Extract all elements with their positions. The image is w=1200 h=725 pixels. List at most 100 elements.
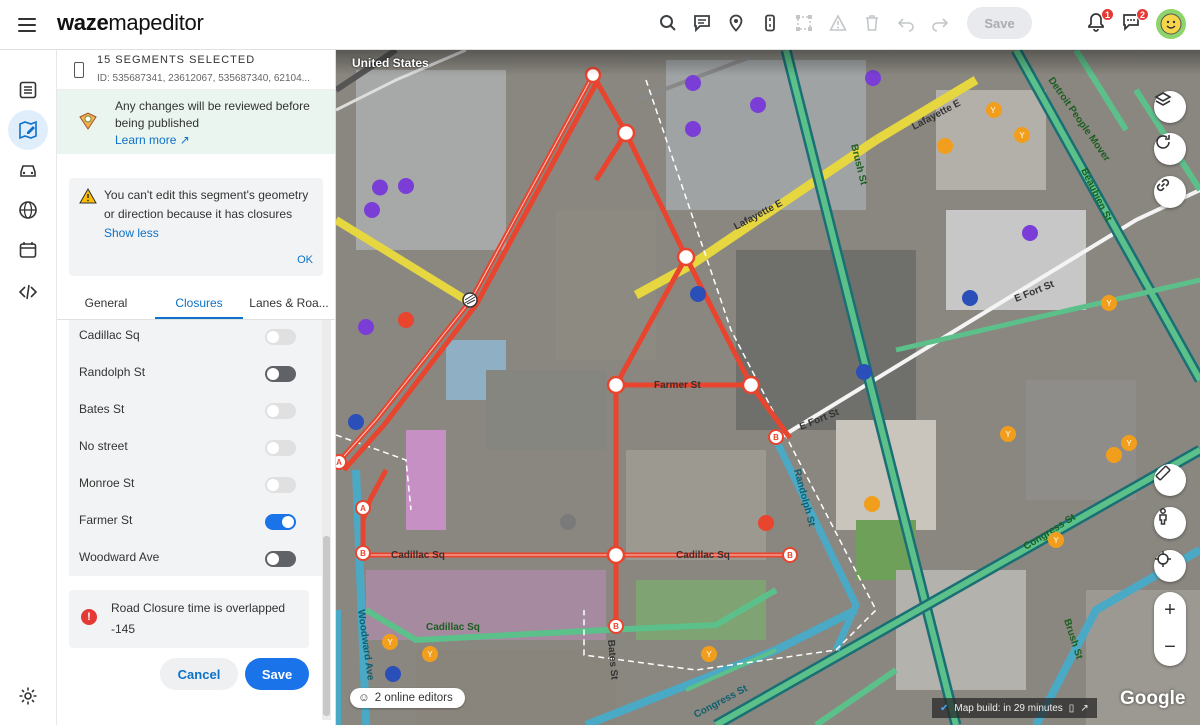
- check-icon: ✔: [940, 702, 949, 714]
- error-text: Road Closure time is overlapped: [111, 601, 286, 615]
- region-label: United States: [352, 56, 429, 70]
- cancel-button[interactable]: Cancel: [160, 658, 238, 690]
- street-label: Cadillac Sq: [426, 622, 480, 633]
- refresh-icon[interactable]: [1154, 133, 1186, 165]
- street-label: Cadillac Sq: [676, 550, 730, 561]
- app-logo: wazemapeditor: [57, 10, 204, 35]
- layers-icon[interactable]: [1154, 91, 1186, 123]
- warning-text: You can't edit this segment's geometry o…: [104, 188, 309, 240]
- zoom-in-button[interactable]: +: [1154, 592, 1186, 629]
- list-item: Farmer St: [79, 513, 296, 533]
- settings-icon[interactable]: [8, 676, 48, 716]
- closure-toggle[interactable]: [265, 514, 296, 530]
- closure-toggle[interactable]: [265, 440, 296, 456]
- undo-icon[interactable]: [894, 11, 918, 35]
- closure-warning: You can't edit this segment's geometry o…: [69, 178, 323, 276]
- top-bar: wazemapeditor Save 1 2: [0, 0, 1200, 50]
- svg-text:Y: Y: [1005, 430, 1011, 439]
- svg-text:Y: Y: [706, 650, 712, 659]
- menu-icon[interactable]: [18, 14, 36, 34]
- save-closures-button[interactable]: Save: [245, 658, 309, 690]
- google-attribution: Google: [1120, 688, 1186, 709]
- messages-icon[interactable]: 2: [1121, 8, 1149, 34]
- svg-text:Y: Y: [1126, 439, 1132, 448]
- map-canvas[interactable]: A A B B B B B Lafayette E Lafayette E De…: [336, 50, 1200, 725]
- svg-text:Y: Y: [1106, 299, 1112, 308]
- learn-more-link[interactable]: Learn more ↗: [115, 133, 190, 147]
- selection-ids: ID: 535687341, 23612067, 535687340, 6210…: [97, 73, 310, 84]
- globe-icon[interactable]: [8, 190, 48, 230]
- show-less-link[interactable]: Show less: [104, 226, 159, 240]
- street-view-icon[interactable]: [1154, 507, 1186, 539]
- notifications-bell-icon[interactable]: 1: [1086, 8, 1114, 34]
- closure-error: ! Road Closure time is overlapped -145: [69, 590, 309, 648]
- list-item: Monroe St: [79, 476, 296, 496]
- closure-toggle[interactable]: [265, 366, 296, 382]
- svg-text:Y: Y: [1053, 536, 1059, 545]
- street-label: Farmer St: [654, 380, 701, 391]
- review-text: Any changes will be reviewed before bein…: [115, 99, 310, 130]
- ok-button[interactable]: OK: [297, 254, 313, 266]
- list-item: Woodward Ave: [79, 550, 296, 570]
- closure-toggle[interactable]: [265, 551, 296, 567]
- external-link-icon[interactable]: ↗: [1080, 703, 1088, 714]
- search-icon[interactable]: [656, 11, 680, 35]
- messages-badge: 2: [1136, 8, 1149, 21]
- closure-street-list: Cadillac Sq Randolph St Bates St No stre…: [69, 320, 323, 576]
- warning-icon: [79, 187, 97, 209]
- closure-toggle[interactable]: [265, 403, 296, 419]
- segment-icon: [74, 62, 84, 78]
- place-icon[interactable]: [724, 11, 748, 35]
- zoom-out-button[interactable]: −: [1154, 629, 1186, 666]
- node-label-a: A: [336, 458, 342, 467]
- node-label-b: B: [613, 622, 619, 631]
- list-item: No street: [79, 439, 296, 459]
- panel-scrollbar[interactable]: [322, 320, 331, 720]
- tab-general[interactable]: General: [57, 290, 155, 319]
- region-banner: United States: [336, 50, 1200, 76]
- warning-icon[interactable]: [826, 11, 850, 35]
- svg-text:Y: Y: [1019, 131, 1025, 140]
- users-icon: ☺: [358, 692, 370, 704]
- select-area-icon[interactable]: [792, 11, 816, 35]
- panel-tabs: General Closures Lanes & Roa...: [57, 290, 335, 320]
- trash-icon[interactable]: [860, 11, 884, 35]
- calendar-icon[interactable]: [8, 230, 48, 270]
- list-icon[interactable]: [8, 70, 48, 110]
- car-icon[interactable]: [8, 150, 48, 190]
- phone-icon: ▯: [1068, 702, 1075, 714]
- map-drawing: A A B B B B B Lafayette E Lafayette E De…: [336, 50, 1200, 725]
- svg-text:Y: Y: [387, 638, 393, 647]
- locate-icon[interactable]: [1154, 550, 1186, 582]
- notifications-badge: 1: [1101, 8, 1114, 21]
- save-button[interactable]: Save: [967, 7, 1032, 39]
- map-build-status: ✔ Map build: in 29 minutes ▯ ↗: [932, 698, 1097, 718]
- selection-header: 15 SEGMENTS SELECTED ID: 535687341, 2361…: [57, 50, 335, 90]
- comment-icon[interactable]: [690, 11, 714, 35]
- list-item: Bates St: [79, 402, 296, 422]
- redo-icon[interactable]: [928, 11, 952, 35]
- online-editors[interactable]: ☺ 2 online editors: [350, 688, 465, 708]
- tab-closures[interactable]: Closures: [155, 290, 243, 319]
- closure-toggle[interactable]: [265, 477, 296, 493]
- zoom-control: + −: [1154, 592, 1186, 666]
- review-notice: Any changes will be reviewed before bein…: [57, 90, 335, 154]
- error-value: -145: [111, 622, 136, 636]
- avatar[interactable]: [1156, 9, 1186, 39]
- segment-icon[interactable]: [758, 11, 782, 35]
- node-label-b: B: [360, 549, 366, 558]
- closure-toggle[interactable]: [265, 329, 296, 345]
- left-rail: [0, 50, 57, 725]
- node-label-b: B: [773, 433, 779, 442]
- external-link-icon: ↗: [179, 133, 190, 147]
- link-icon[interactable]: [1154, 176, 1186, 208]
- svg-text:Y: Y: [427, 650, 433, 659]
- edit-map-icon[interactable]: [8, 110, 48, 150]
- node-label-b: B: [787, 551, 793, 560]
- tab-lanes-roads[interactable]: Lanes & Roa...: [243, 290, 335, 319]
- code-icon[interactable]: [8, 272, 48, 312]
- svg-text:Y: Y: [990, 106, 996, 115]
- error-icon: !: [81, 609, 97, 625]
- side-panel: 15 SEGMENTS SELECTED ID: 535687341, 2361…: [57, 50, 336, 725]
- ruler-icon[interactable]: [1154, 464, 1186, 496]
